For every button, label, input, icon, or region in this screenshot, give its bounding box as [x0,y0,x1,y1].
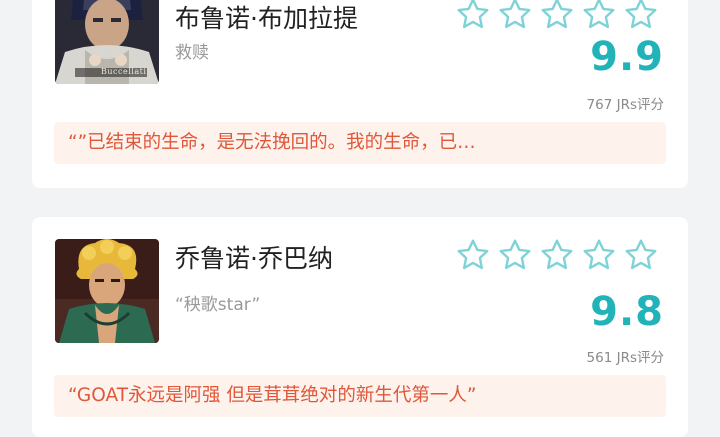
avatar-illustration [55,239,159,343]
star-outline-icon[interactable] [622,237,660,273]
player-name: 乔鲁诺·乔巴纳 [175,244,333,273]
star-outline-icon[interactable] [454,0,492,32]
avatar-caption: Buccellati [101,67,147,76]
top-comment[interactable]: “”已结束的生命，是无法挽回的。我的生命，已… [54,122,666,164]
rater-count: 767 JRs评分 [586,97,664,113]
rating-stars[interactable] [454,237,660,273]
rater-count: 561 JRs评分 [586,350,664,366]
star-outline-icon[interactable] [496,0,534,32]
score-value: 9.8 [590,289,664,335]
player-subtitle: “秧歌star” [175,295,261,315]
player-card[interactable]: 乔鲁诺·乔巴纳 “秧歌star” 9.8 561 JRs评分 “GOAT永远是阿… [32,217,688,437]
star-outline-icon[interactable] [538,237,576,273]
player-subtitle: 救赎 [175,43,209,63]
top-comment[interactable]: “GOAT永远是阿强 但是茸茸绝对的新生代第一人” [54,375,666,417]
star-outline-icon[interactable] [454,237,492,273]
avatar: Buccellati [55,0,159,84]
star-outline-icon[interactable] [580,237,618,273]
star-outline-icon[interactable] [622,0,660,32]
star-outline-icon[interactable] [496,237,534,273]
score-value: 9.9 [590,34,664,80]
star-outline-icon[interactable] [580,0,618,32]
rating-stars[interactable] [454,0,660,32]
player-card[interactable]: Buccellati 布鲁诺·布加拉提 救赎 9.9 767 JRs评分 “”已… [32,0,688,188]
player-name: 布鲁诺·布加拉提 [175,4,358,33]
avatar [55,239,159,343]
star-outline-icon[interactable] [538,0,576,32]
